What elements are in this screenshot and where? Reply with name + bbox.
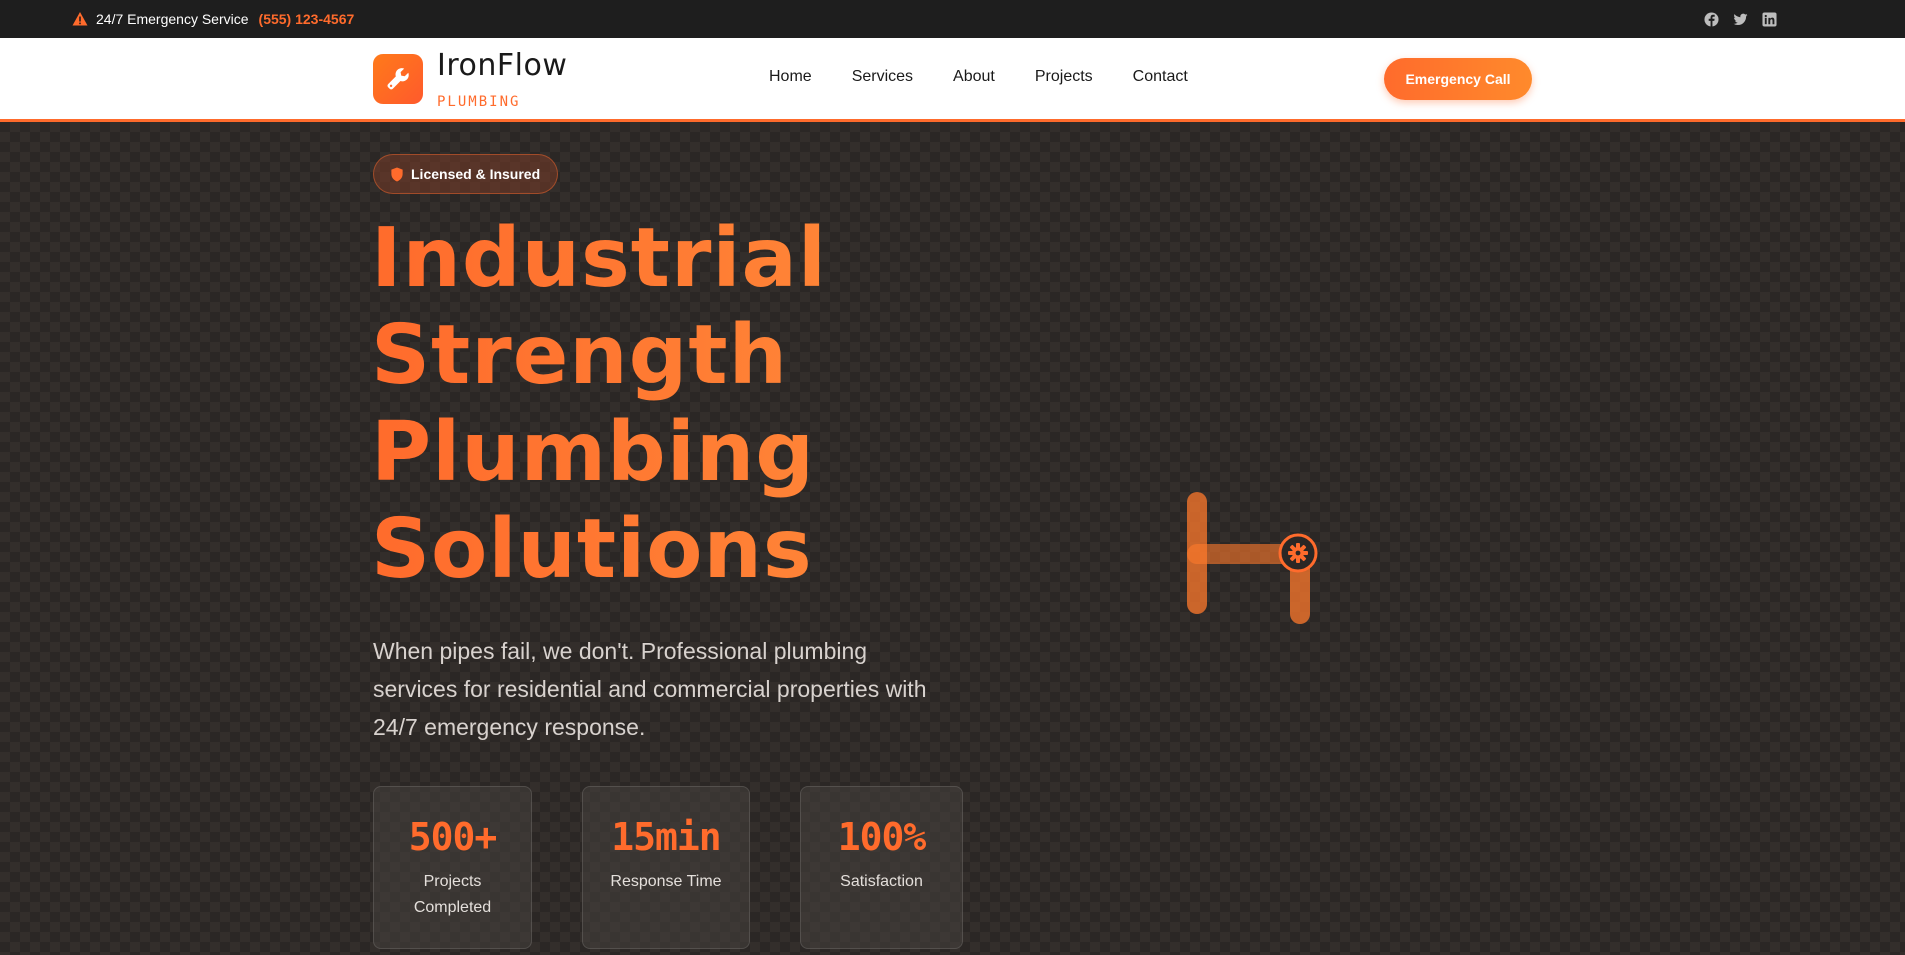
hero-section: Licensed & Insured Industrial Strength P… <box>0 122 1905 955</box>
hero-headline: Industrial Strength Plumbing Solutions <box>371 210 971 598</box>
headline-line: Plumbing <box>371 405 815 500</box>
hero-description: When pipes fail, we don't. Professional … <box>373 632 973 746</box>
gear-icon <box>1288 543 1308 563</box>
description-line: services for residential and commercial … <box>373 676 927 702</box>
nav-about[interactable]: About <box>953 68 995 86</box>
logo[interactable] <box>373 54 423 104</box>
site-header: IronFlow PLUMBING Home Services About Pr… <box>0 38 1905 122</box>
nav-contact[interactable]: Contact <box>1133 68 1188 86</box>
stat-card-satisfaction: 100% Satisfaction <box>800 786 963 949</box>
description-line: When pipes fail, we don't. Professional … <box>373 638 868 664</box>
emergency-phone-link[interactable]: (555) 123-4567 <box>259 11 355 27</box>
pipe-illustration <box>1187 492 1318 624</box>
facebook-icon[interactable] <box>1704 11 1719 27</box>
social-links <box>1704 11 1777 27</box>
stat-card-projects: 500+ Projects Completed <box>373 786 532 949</box>
emergency-service-text: 24/7 Emergency Service <box>96 11 249 27</box>
linkedin-icon[interactable] <box>1762 11 1777 27</box>
stat-label: Satisfaction <box>840 873 923 890</box>
nav-services[interactable]: Services <box>852 68 913 86</box>
headline-line: Strength <box>371 308 788 403</box>
emergency-call-button[interactable]: Emergency Call <box>1384 58 1532 100</box>
twitter-icon[interactable] <box>1733 12 1748 27</box>
stat-label: Projects Completed <box>413 873 492 916</box>
brand-name[interactable]: IronFlow <box>437 48 567 83</box>
wrench-icon <box>387 68 409 90</box>
brand-tagline: PLUMBING <box>437 94 521 110</box>
headline-line: Solutions <box>371 502 813 597</box>
headline-line: Industrial <box>371 211 827 306</box>
stat-value: 500+ <box>408 815 498 859</box>
description-line: 24/7 emergency response. <box>373 714 646 740</box>
licensed-badge: Licensed & Insured <box>373 154 559 194</box>
main-nav: Home Services About Projects Contact <box>769 68 1188 86</box>
stat-value: 100% <box>837 815 927 859</box>
shield-icon <box>391 166 403 182</box>
nav-projects[interactable]: Projects <box>1035 68 1093 86</box>
nav-home[interactable]: Home <box>769 68 812 86</box>
badge-label: Licensed & Insured <box>411 166 541 182</box>
stat-label: Response Time <box>610 873 722 890</box>
stat-value: 15min <box>611 815 721 859</box>
warning-triangle-icon <box>72 12 88 26</box>
stat-card-response: 15min Response Time <box>582 786 750 949</box>
top-bar: 24/7 Emergency Service (555) 123-4567 <box>0 0 1905 38</box>
